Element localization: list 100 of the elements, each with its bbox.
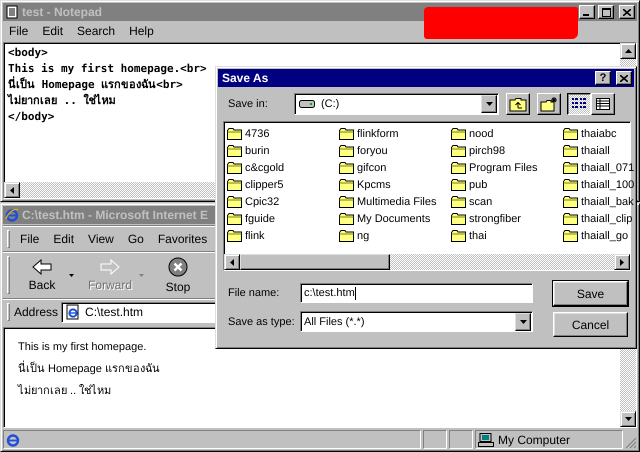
new-folder-button[interactable] bbox=[537, 93, 561, 115]
folder-item[interactable]: clipper5 bbox=[227, 176, 339, 193]
details-view-icon bbox=[596, 98, 610, 110]
folder-item[interactable]: strongfiber bbox=[451, 210, 563, 227]
cancel-button[interactable]: Cancel bbox=[553, 312, 628, 337]
close-icon bbox=[623, 8, 631, 16]
folder-item[interactable]: gifcon bbox=[339, 159, 451, 176]
close-button[interactable] bbox=[616, 71, 632, 85]
forward-arrow-icon bbox=[100, 258, 120, 274]
notepad-icon bbox=[5, 5, 19, 19]
text-line: ไม่ยากเลย .. ใช่ไหม bbox=[8, 93, 116, 109]
horizontal-scrollbar[interactable] bbox=[224, 254, 630, 270]
drive-icon bbox=[299, 100, 315, 108]
status-pane bbox=[449, 430, 473, 449]
window-title: test - Notepad bbox=[22, 5, 102, 19]
folder-item[interactable]: flinkform bbox=[339, 125, 451, 142]
menu-item[interactable]: File bbox=[20, 232, 40, 246]
folder-icon bbox=[227, 230, 242, 242]
folder-icon bbox=[339, 144, 354, 156]
folder-icon bbox=[563, 144, 578, 156]
folder-item[interactable]: thaiall_bak bbox=[563, 193, 634, 210]
folder-item[interactable]: ng bbox=[339, 227, 451, 244]
save-button[interactable]: Save bbox=[553, 281, 628, 306]
folder-icon bbox=[227, 162, 242, 174]
scroll-down-button[interactable] bbox=[620, 411, 636, 427]
details-view-button[interactable] bbox=[591, 93, 615, 115]
page-text: This is my first homepage. bbox=[18, 340, 148, 354]
scroll-right-button[interactable] bbox=[614, 254, 630, 270]
back-arrow-icon bbox=[32, 258, 52, 274]
folder-item[interactable]: thaiabc bbox=[563, 125, 634, 142]
menu-item[interactable]: Favorites bbox=[158, 232, 208, 246]
folder-item[interactable]: Program Files bbox=[451, 159, 563, 176]
folder-item[interactable]: c&cgold bbox=[227, 159, 339, 176]
folder-item[interactable]: thaiall_clip bbox=[563, 210, 634, 227]
location-dropdown[interactable]: (C:) bbox=[294, 93, 499, 115]
right-arrow-icon bbox=[620, 258, 624, 266]
folder-item[interactable]: burin bbox=[227, 142, 339, 159]
caret-icon bbox=[68, 274, 74, 276]
computer-icon bbox=[478, 432, 494, 446]
page-icon bbox=[65, 304, 82, 320]
folder-item[interactable]: pub bbox=[451, 176, 563, 193]
menu-item[interactable]: Edit bbox=[42, 24, 64, 38]
scroll-thumb[interactable] bbox=[240, 254, 390, 270]
minimize-button[interactable] bbox=[579, 5, 595, 19]
maximize-button[interactable] bbox=[598, 5, 614, 19]
folder-item[interactable]: 4736 bbox=[227, 125, 339, 142]
folder-item[interactable]: thaiall_go bbox=[563, 227, 634, 244]
up-folder-button[interactable] bbox=[506, 93, 530, 115]
list-view-icon bbox=[572, 98, 586, 110]
close-button[interactable] bbox=[619, 5, 635, 19]
file-name-field[interactable]: c:\test.htm bbox=[300, 283, 533, 303]
menu-item[interactable]: Help bbox=[129, 24, 154, 38]
save-in-label: Save in: bbox=[228, 98, 269, 110]
folder-item[interactable]: foryou bbox=[339, 142, 451, 159]
text-line: </body> bbox=[8, 109, 54, 125]
folder-item[interactable]: thaiall bbox=[563, 142, 634, 159]
browser-icon bbox=[5, 208, 19, 222]
folder-icon bbox=[451, 162, 466, 174]
scroll-left-button[interactable] bbox=[224, 254, 240, 270]
list-view-button[interactable] bbox=[567, 93, 591, 115]
scroll-left-button[interactable] bbox=[4, 182, 20, 198]
folder-icon bbox=[339, 128, 354, 140]
folder-item[interactable]: fguide bbox=[227, 210, 339, 227]
folder-item[interactable]: nood bbox=[451, 125, 563, 142]
browser-icon bbox=[6, 432, 20, 446]
text-line: <body> bbox=[8, 45, 48, 61]
down-arrow-icon bbox=[624, 417, 632, 421]
folder-item[interactable]: thaiall_071 bbox=[563, 159, 634, 176]
folder-item[interactable]: pirch98 bbox=[451, 142, 563, 159]
maximize-icon bbox=[602, 8, 610, 16]
folder-icon bbox=[563, 162, 578, 174]
help-button[interactable]: ? bbox=[595, 71, 611, 85]
caret-icon bbox=[520, 320, 526, 324]
folder-icon bbox=[451, 128, 466, 140]
folder-item[interactable]: scan bbox=[451, 193, 563, 210]
folder-icon bbox=[339, 230, 354, 242]
menu-item[interactable]: View bbox=[88, 232, 114, 246]
folder-icon bbox=[451, 212, 466, 224]
folder-item[interactable]: Multimedia Files bbox=[339, 193, 451, 210]
folder-icon bbox=[563, 196, 578, 208]
menu-item[interactable]: Edit bbox=[53, 232, 74, 246]
folder-item[interactable]: thai bbox=[451, 227, 563, 244]
menu-item[interactable]: Search bbox=[77, 24, 116, 38]
folder-icon bbox=[227, 196, 242, 208]
folder-icon bbox=[227, 178, 242, 190]
folder-icon bbox=[451, 230, 466, 242]
scroll-up-button[interactable] bbox=[620, 43, 636, 59]
folder-icon bbox=[451, 196, 466, 208]
folder-icon bbox=[227, 212, 242, 224]
window-title: C:\test.htm - Microsoft Internet E bbox=[22, 208, 208, 222]
folder-item[interactable]: Cpic32 bbox=[227, 193, 339, 210]
menu-item[interactable]: Go bbox=[128, 232, 144, 246]
folder-item[interactable]: Kpcms bbox=[339, 176, 451, 193]
file-type-dropdown[interactable]: All Files (*.*) bbox=[300, 311, 533, 332]
folder-item[interactable]: My Documents bbox=[339, 210, 451, 227]
folder-item[interactable]: flink bbox=[227, 227, 339, 244]
resize-grip-icon bbox=[625, 437, 637, 449]
text-line: This is my first homepage.<br> bbox=[8, 61, 207, 76]
menu-item[interactable]: File bbox=[9, 24, 28, 38]
folder-item[interactable]: thaiall_100 bbox=[563, 176, 634, 193]
